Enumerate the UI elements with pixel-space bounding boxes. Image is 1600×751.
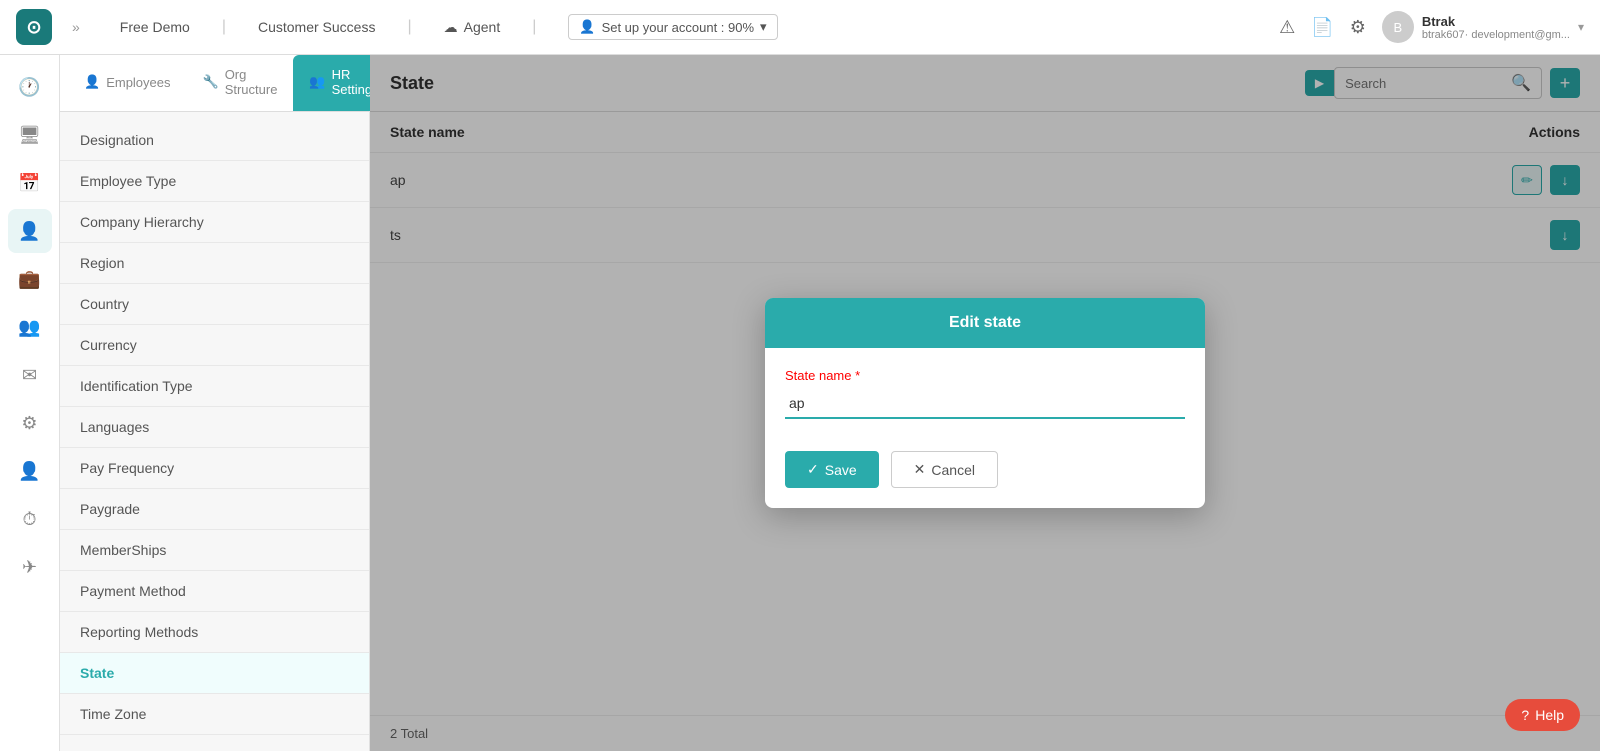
main-layout: 🕐 🖥 📅 👤 💼 👥 ✉ ⚙ 👤 ⏱ ✈ 👤 Employees 🔧 Org …: [0, 55, 1600, 751]
modal-title: Edit state: [765, 298, 1205, 348]
nav-item-designation[interactable]: Designation: [60, 120, 369, 161]
sidebar-icon-person[interactable]: 👤: [8, 209, 52, 253]
nav-item-company-hierarchy[interactable]: Company Hierarchy: [60, 202, 369, 243]
modal-footer: ✓ Save ✕ Cancel: [765, 439, 1205, 508]
topnav-user[interactable]: B Btrak btrak607· development@gm... ▾: [1382, 11, 1584, 43]
cloud-icon: ☁: [444, 19, 458, 36]
alert-icon[interactable]: ⚠: [1279, 17, 1295, 38]
sidebar-icon-briefcase[interactable]: 💼: [8, 257, 52, 301]
topnav-agent[interactable]: ☁ Agent: [444, 19, 501, 36]
nav-sidebar: 👤 Employees 🔧 Org Structure 👥 HR Setting…: [60, 55, 370, 751]
nav-chevron: »: [72, 19, 80, 35]
topnav-right: ⚠ 📄 ⚙ B Btrak btrak607· development@gm..…: [1279, 11, 1584, 43]
modal-field-label: State name *: [785, 368, 1185, 383]
user-name: Btrak: [1422, 14, 1570, 29]
sidebar-icon-timer[interactable]: ⏱: [8, 497, 52, 541]
nav-tabs: 👤 Employees 🔧 Org Structure 👥 HR Setting…: [60, 55, 369, 112]
topnav-center-links: Free Demo | Customer Success | ☁ Agent |…: [120, 14, 1259, 40]
top-navigation: ⊙ » Free Demo | Customer Success | ☁ Age…: [0, 0, 1600, 55]
settings-icon[interactable]: ⚙: [1350, 17, 1366, 38]
nav-item-state[interactable]: State: [60, 653, 369, 694]
required-indicator: *: [855, 368, 860, 383]
topnav-setup[interactable]: 👤 Set up your account : 90% ▾: [568, 14, 777, 40]
help-icon: ?: [1521, 707, 1529, 723]
topnav-free-demo[interactable]: Free Demo: [120, 19, 190, 35]
modal-overlay: Edit state State name * ✓ Save ✕ C: [370, 55, 1600, 751]
main-content: State ▶ 🔍 + State name Actions ap: [370, 55, 1600, 751]
avatar: B: [1382, 11, 1414, 43]
topnav-customer-success[interactable]: Customer Success: [258, 19, 375, 35]
nav-item-languages[interactable]: Languages: [60, 407, 369, 448]
app-logo[interactable]: ⊙: [16, 9, 52, 45]
modal-save-button[interactable]: ✓ Save: [785, 451, 879, 488]
icon-sidebar: 🕐 🖥 📅 👤 💼 👥 ✉ ⚙ 👤 ⏱ ✈: [0, 55, 60, 751]
nav-item-reporting-methods[interactable]: Reporting Methods: [60, 612, 369, 653]
sidebar-icon-monitor[interactable]: 🖥: [8, 113, 52, 157]
sidebar-icon-clock[interactable]: 🕐: [8, 65, 52, 109]
nav-item-identification-type[interactable]: Identification Type: [60, 366, 369, 407]
nav-item-payment-method[interactable]: Payment Method: [60, 571, 369, 612]
sidebar-icon-person2[interactable]: 👤: [8, 449, 52, 493]
org-tab-icon: 🔧: [203, 74, 219, 90]
employees-tab-icon: 👤: [84, 74, 100, 90]
user-chevron-icon: ▾: [1578, 20, 1584, 34]
hr-tab-icon: 👥: [309, 74, 325, 90]
sidebar-icon-calendar[interactable]: 📅: [8, 161, 52, 205]
sidebar-icon-settings[interactable]: ⚙: [8, 401, 52, 445]
close-icon: ✕: [914, 461, 926, 478]
chevron-down-icon: ▾: [760, 19, 767, 35]
help-button[interactable]: ? Help: [1505, 699, 1580, 731]
sidebar-icon-send[interactable]: ✈: [8, 545, 52, 589]
tab-employees[interactable]: 👤 Employees: [68, 55, 187, 111]
sidebar-icon-team[interactable]: 👥: [8, 305, 52, 349]
nav-item-time-zone[interactable]: Time Zone: [60, 694, 369, 735]
document-icon[interactable]: 📄: [1311, 17, 1333, 38]
nav-item-paygrade[interactable]: Paygrade: [60, 489, 369, 530]
nav-list: Designation Employee Type Company Hierar…: [60, 112, 369, 751]
nav-item-memberships[interactable]: MemberShips: [60, 530, 369, 571]
checkmark-icon: ✓: [807, 461, 819, 478]
nav-item-employee-type[interactable]: Employee Type: [60, 161, 369, 202]
tab-org-structure[interactable]: 🔧 Org Structure: [187, 55, 294, 111]
modal-body: State name *: [765, 348, 1205, 439]
user-setup-icon: 👤: [579, 19, 595, 35]
sidebar-icon-mail[interactable]: ✉: [8, 353, 52, 397]
modal-cancel-button[interactable]: ✕ Cancel: [891, 451, 998, 488]
nav-item-region[interactable]: Region: [60, 243, 369, 284]
user-email: btrak607· development@gm...: [1422, 29, 1570, 41]
nav-item-country[interactable]: Country: [60, 284, 369, 325]
state-name-input[interactable]: [785, 389, 1185, 419]
nav-item-pay-frequency[interactable]: Pay Frequency: [60, 448, 369, 489]
nav-item-currency[interactable]: Currency: [60, 325, 369, 366]
edit-state-modal: Edit state State name * ✓ Save ✕ C: [765, 298, 1205, 508]
